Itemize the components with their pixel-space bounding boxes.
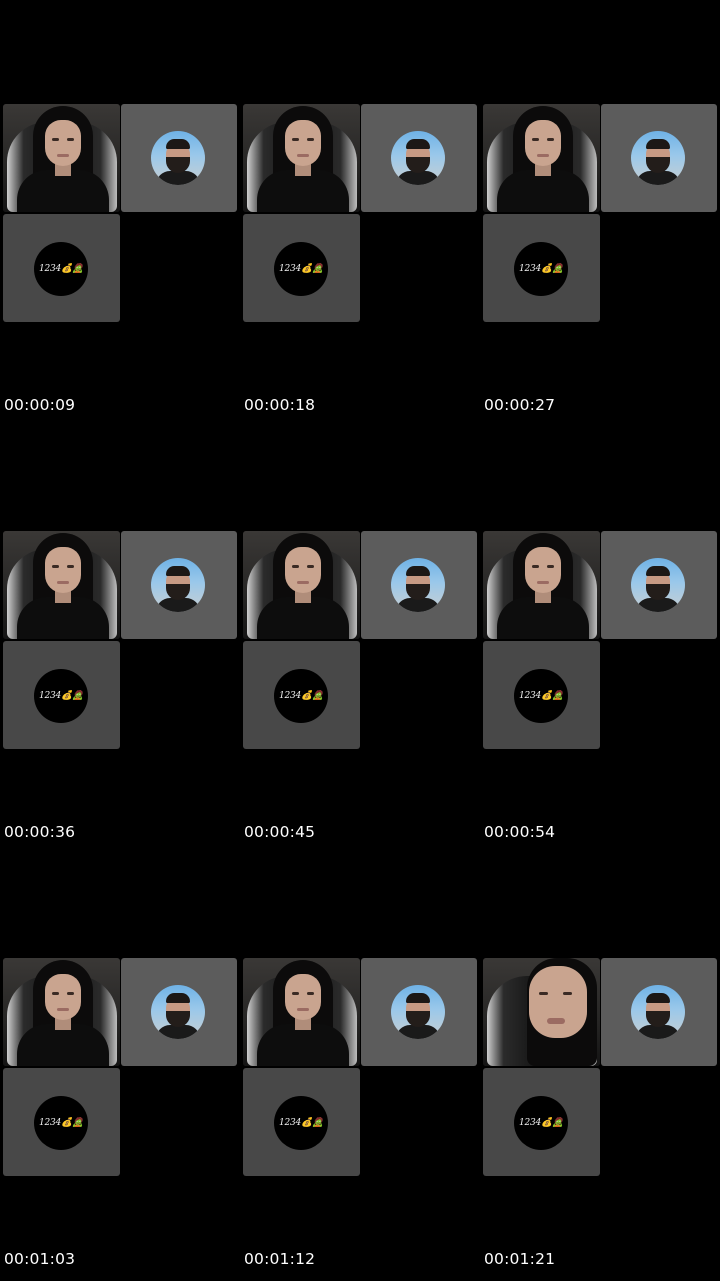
timestamp: 00:01:21 <box>484 1250 556 1268</box>
video-frame-3: 1234💰🧟 00:00:27 <box>480 0 720 427</box>
participant-video-tile[interactable] <box>483 104 600 212</box>
participant-camera-feed <box>3 958 120 1066</box>
participant-avatar-tile[interactable]: 1234💰🧟 <box>243 214 360 322</box>
avatar <box>391 985 445 1039</box>
avatar: 1234💰🧟 <box>514 242 568 296</box>
participant-video-tile[interactable] <box>243 958 360 1066</box>
participant-avatar-tile[interactable] <box>361 958 477 1066</box>
participant-camera-feed <box>3 531 120 639</box>
participant-camera-feed <box>483 531 600 639</box>
participant-camera-feed <box>243 104 360 212</box>
participant-video-tile[interactable] <box>3 958 120 1066</box>
participant-video-tile[interactable] <box>483 958 600 1066</box>
participant-video-tile[interactable] <box>243 104 360 212</box>
avatar <box>391 131 445 185</box>
participant-avatar-tile[interactable]: 1234💰🧟 <box>483 641 600 749</box>
timestamp: 00:00:09 <box>4 396 76 414</box>
avatar <box>151 131 205 185</box>
avatar: 1234💰🧟 <box>274 242 328 296</box>
timestamp: 00:01:03 <box>4 1250 76 1268</box>
avatar: 1234💰🧟 <box>274 669 328 723</box>
video-frame-9: 1234💰🧟 00:01:21 <box>480 854 720 1281</box>
participant-video-tile[interactable] <box>3 104 120 212</box>
avatar <box>391 558 445 612</box>
participant-avatar-tile[interactable]: 1234💰🧟 <box>483 1068 600 1176</box>
participant-avatar-tile[interactable] <box>121 531 237 639</box>
video-frame-7: 1234💰🧟 00:01:03 <box>0 854 240 1281</box>
video-frame-6: 1234💰🧟 00:00:54 <box>480 427 720 854</box>
participant-avatar-tile[interactable]: 1234💰🧟 <box>3 1068 120 1176</box>
avatar: 1234💰🧟 <box>514 1096 568 1150</box>
avatar: 1234💰🧟 <box>274 1096 328 1150</box>
avatar <box>631 985 685 1039</box>
participant-video-tile[interactable] <box>483 531 600 639</box>
timestamp: 00:00:54 <box>484 823 556 841</box>
participant-camera-feed <box>483 104 600 212</box>
avatar <box>151 985 205 1039</box>
participant-avatar-tile[interactable] <box>361 531 477 639</box>
participant-avatar-tile[interactable] <box>121 958 237 1066</box>
video-frame-4: 1234💰🧟 00:00:36 <box>0 427 240 854</box>
timestamp: 00:01:12 <box>244 1250 316 1268</box>
participant-avatar-tile[interactable] <box>361 104 477 212</box>
avatar: 1234💰🧟 <box>34 242 88 296</box>
participant-video-tile[interactable] <box>3 531 120 639</box>
participant-avatar-tile[interactable]: 1234💰🧟 <box>243 1068 360 1176</box>
avatar <box>631 558 685 612</box>
participant-video-tile[interactable] <box>243 531 360 639</box>
timestamp: 00:00:27 <box>484 396 556 414</box>
participant-avatar-tile[interactable] <box>601 958 717 1066</box>
video-frame-2: 1234💰🧟 00:00:18 <box>240 0 480 427</box>
participant-camera-feed <box>243 531 360 639</box>
participant-avatar-tile[interactable]: 1234💰🧟 <box>243 641 360 749</box>
timestamp: 00:00:36 <box>4 823 76 841</box>
avatar: 1234💰🧟 <box>34 1096 88 1150</box>
avatar: 1234💰🧟 <box>514 669 568 723</box>
video-frame-8: 1234💰🧟 00:01:12 <box>240 854 480 1281</box>
avatar: 1234💰🧟 <box>34 669 88 723</box>
avatar <box>151 558 205 612</box>
participant-avatar-tile[interactable] <box>121 104 237 212</box>
video-frame-1: 1234💰🧟 00:00:09 <box>0 0 240 427</box>
participant-avatar-tile[interactable]: 1234💰🧟 <box>483 214 600 322</box>
participant-camera-feed <box>483 958 600 1066</box>
video-frame-5: 1234💰🧟 00:00:45 <box>240 427 480 854</box>
timestamp: 00:00:45 <box>244 823 316 841</box>
timestamp: 00:00:18 <box>244 396 316 414</box>
participant-avatar-tile[interactable]: 1234💰🧟 <box>3 641 120 749</box>
participant-camera-feed <box>3 104 120 212</box>
avatar <box>631 131 685 185</box>
participant-camera-feed <box>243 958 360 1066</box>
participant-avatar-tile[interactable] <box>601 531 717 639</box>
participant-avatar-tile[interactable] <box>601 104 717 212</box>
participant-avatar-tile[interactable]: 1234💰🧟 <box>3 214 120 322</box>
